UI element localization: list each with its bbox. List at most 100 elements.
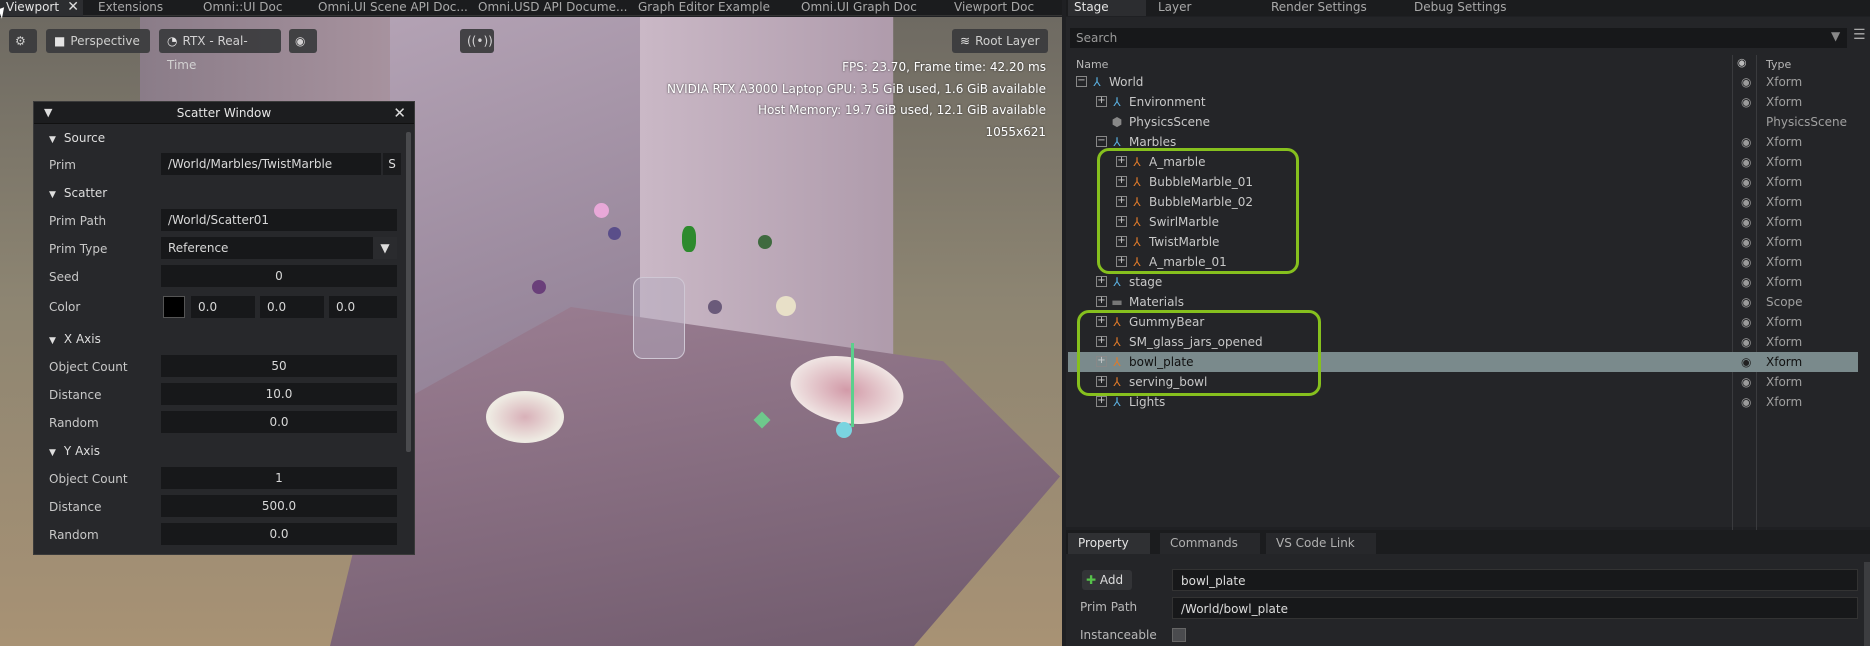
tab-debug-settings[interactable]: Debug Settings: [1408, 0, 1538, 16]
prim-type-dropdown[interactable]: Reference ▼: [161, 237, 397, 259]
eye-icon[interactable]: ◉: [1741, 92, 1751, 112]
eye-icon[interactable]: ◉: [1741, 252, 1751, 272]
eye-icon[interactable]: ◉: [1741, 192, 1751, 212]
eye-icon[interactable]: ◉: [1741, 292, 1751, 312]
camera-button[interactable]: ■ Perspective: [46, 29, 150, 53]
menu-icon[interactable]: ☰: [1853, 27, 1866, 43]
tab-scene-api-doc[interactable]: Omni.UI Scene API Doc...: [312, 0, 467, 16]
expand-icon[interactable]: +: [1096, 396, 1107, 407]
tab-viewport-doc[interactable]: Viewport Doc: [948, 0, 1062, 16]
y-distance-field[interactable]: 500.0: [161, 495, 397, 517]
property-scrollbar[interactable]: [1864, 562, 1870, 646]
tab-graph-doc[interactable]: Omni.UI Graph Doc: [795, 0, 943, 16]
tree-row[interactable]: + ▬ Materials ◉ Scope: [1068, 292, 1858, 312]
x-object-count-field[interactable]: 50: [161, 355, 397, 377]
marble-object[interactable]: [708, 300, 722, 314]
y-axis-section-header[interactable]: ▼ Y Axis: [49, 444, 100, 458]
viewport[interactable]: ⚙ ■ Perspective ◔ RTX - Real-Time ◉ ((•)) …: [0, 17, 1062, 646]
tab-commands[interactable]: Commands: [1160, 533, 1260, 554]
instanceable-checkbox[interactable]: [1172, 628, 1186, 642]
stage-search-input[interactable]: Search: [1070, 28, 1847, 48]
close-icon[interactable]: ✕: [393, 104, 406, 122]
color-g-field[interactable]: 0.0: [260, 296, 324, 318]
source-section-header[interactable]: ▼ Source: [49, 131, 105, 145]
marble-object[interactable]: [776, 296, 796, 316]
renderer-button[interactable]: ◔ RTX - Real-Time: [159, 29, 281, 72]
x-distance-field[interactable]: 10.0: [161, 383, 397, 405]
marble-object[interactable]: [532, 280, 546, 294]
tree-row-type: Xform: [1766, 195, 1803, 209]
scatter-section-header[interactable]: ▼ Scatter: [49, 186, 107, 200]
color-swatch[interactable]: [163, 296, 185, 318]
gizmo-y-axis[interactable]: [851, 343, 854, 427]
eye-icon[interactable]: ◉: [1741, 232, 1751, 252]
expand-icon[interactable]: +: [1096, 276, 1107, 287]
collapse-icon[interactable]: −: [1096, 136, 1107, 147]
tab-vs-code-link[interactable]: VS Code Link: [1266, 533, 1376, 554]
live-sync-button[interactable]: ((•)): [460, 29, 494, 53]
marble-object[interactable]: [594, 203, 609, 218]
tab-stage[interactable]: Stage: [1068, 0, 1146, 16]
tab-label: Extensions: [98, 0, 164, 14]
eye-icon[interactable]: ◉: [1741, 272, 1751, 292]
tab-layer[interactable]: Layer: [1152, 0, 1260, 16]
tab-viewport[interactable]: Viewport ✕: [0, 0, 83, 16]
tab-property[interactable]: Property: [1068, 533, 1150, 554]
tab-omni-ui-doc[interactable]: Omni::UI Doc: [197, 0, 307, 16]
tree-row[interactable]: + ⅄ Environment ◉ Xform: [1068, 92, 1858, 112]
eye-icon[interactable]: ◉: [1741, 152, 1751, 172]
color-r-field[interactable]: 0.0: [191, 296, 255, 318]
tree-row[interactable]: ⬢ PhysicsScene PhysicsScene: [1068, 112, 1858, 132]
tree-row[interactable]: + ⅄ stage ◉ Xform: [1068, 272, 1858, 292]
scatter-titlebar[interactable]: ▼ Scatter Window ✕: [34, 102, 414, 124]
close-icon[interactable]: ✕: [67, 0, 79, 15]
collapse-icon[interactable]: −: [1076, 76, 1087, 87]
scatter-window[interactable]: ▼ Scatter Window ✕ ▼ Source Prim /World/M…: [33, 101, 415, 555]
tab-extensions[interactable]: Extensions: [92, 0, 192, 16]
eye-icon[interactable]: ◉: [1741, 352, 1751, 372]
gizmo-center[interactable]: [836, 422, 852, 438]
y-object-count-field[interactable]: 1: [161, 467, 397, 489]
gummy-bear-object[interactable]: [682, 226, 696, 252]
x-random-field[interactable]: 0.0: [161, 411, 397, 433]
tab-usd-api-doc[interactable]: Omni.USD API Docume...: [472, 0, 627, 16]
add-button[interactable]: ✚ Add: [1082, 570, 1132, 590]
visibility-button[interactable]: ◉: [289, 29, 317, 53]
eye-icon[interactable]: ◉: [1741, 132, 1751, 152]
expand-icon[interactable]: +: [1096, 296, 1107, 307]
eye-icon[interactable]: ◉: [1737, 56, 1747, 69]
eye-icon[interactable]: ◉: [1741, 172, 1751, 192]
x-axis-section-header[interactable]: ▼ X Axis: [49, 332, 101, 346]
tree-row-name: stage: [1129, 275, 1163, 289]
glass-jar-object[interactable]: [633, 277, 685, 359]
eye-icon[interactable]: ◉: [1741, 372, 1751, 392]
prim-name-field[interactable]: bowl_plate: [1172, 569, 1858, 591]
prim-path-field[interactable]: /World/bowl_plate: [1172, 597, 1858, 619]
root-layer-button[interactable]: ≋ Root Layer: [952, 29, 1048, 53]
marble-object[interactable]: [758, 235, 772, 249]
tab-graph-editor-example[interactable]: Graph Editor Example: [632, 0, 790, 16]
scatter-scrollbar[interactable]: [406, 132, 411, 452]
prim-type-icon: ⅄: [1113, 275, 1121, 289]
tree-row[interactable]: − ⅄ World ◉ Xform: [1068, 72, 1858, 92]
serving-bowl-object[interactable]: [486, 391, 564, 443]
seed-field[interactable]: 0: [161, 265, 397, 287]
eye-icon[interactable]: ◉: [1741, 332, 1751, 352]
eye-icon[interactable]: ◉: [1741, 212, 1751, 232]
prim-path-field[interactable]: /World/Scatter01: [161, 209, 397, 231]
expand-icon[interactable]: +: [1096, 96, 1107, 107]
eye-icon[interactable]: ◉: [1741, 72, 1751, 92]
select-prim-button[interactable]: S: [383, 153, 401, 175]
y-random-field[interactable]: 0.0: [161, 523, 397, 545]
name-column-header[interactable]: Name: [1076, 58, 1108, 71]
eye-icon[interactable]: ◉: [1741, 312, 1751, 332]
eye-icon[interactable]: ◉: [1741, 392, 1751, 412]
tab-render-settings[interactable]: Render Settings: [1265, 0, 1403, 16]
prim-field[interactable]: /World/Marbles/TwistMarble: [161, 153, 381, 175]
settings-button[interactable]: ⚙: [9, 29, 37, 53]
section-label: Scatter: [63, 186, 108, 200]
color-b-field[interactable]: 0.0: [329, 296, 397, 318]
marble-object[interactable]: [608, 227, 621, 240]
filter-icon[interactable]: ▼: [1831, 29, 1840, 43]
type-column-header[interactable]: Type: [1766, 58, 1791, 71]
